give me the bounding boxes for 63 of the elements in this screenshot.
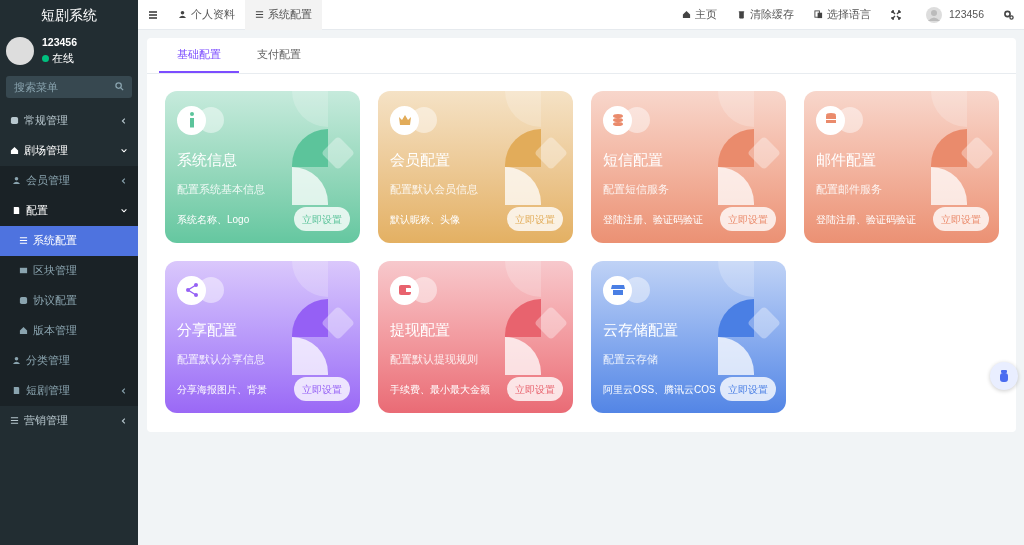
config-tab[interactable]: 基础配置 [159,38,239,73]
card-features: 登陆注册、验证码验证 [816,212,916,227]
card-title: 会员配置 [390,150,451,170]
config-tab[interactable]: 支付配置 [239,38,319,73]
avatar [926,6,943,23]
chevron-left-icon [120,176,128,185]
sidebar-item[interactable]: 短剧管理 [0,375,138,406]
top-link[interactable]: 主页 [672,0,728,30]
card-description: 配置默认分享信息 [177,351,266,367]
bottle-icon [997,369,1011,383]
top-link[interactable]: 清除缓存 [727,0,805,30]
sidebar-item[interactable]: 剧场管理 [0,135,138,166]
chevron-down-icon [120,206,128,215]
card-features: 分享海报图片、背景 [177,382,267,397]
setup-button[interactable]: 立即设置 [294,377,350,401]
trash-icon [737,10,747,19]
chevron-left-icon [120,116,128,125]
share-icon [183,282,200,298]
card-title: 邮件配置 [816,150,877,170]
sidebar-item[interactable]: 分类管理 [0,345,138,376]
chevron-down-icon [120,146,128,155]
sidebar-item[interactable]: 配置 [0,195,138,226]
setup-button[interactable]: 立即设置 [720,377,776,401]
card-description: 配置系统基本信息 [177,181,266,197]
sidebar-item[interactable]: 营销管理 [0,405,138,436]
card-features: 阿里云OSS、腾讯云COS [603,382,716,397]
card-features: 系统名称、Logo [177,212,250,227]
card-title: 云存储配置 [603,320,679,340]
user-name: 123456 [42,35,78,50]
top-link[interactable]: 选择语言 [804,0,882,30]
nav-tab[interactable]: 系统配置 [245,0,322,30]
status-text: 在线 [52,50,74,66]
card-features: 默认昵称、头像 [390,212,460,227]
store-icon [609,282,626,298]
card-title: 分享配置 [177,320,238,340]
sidebar-item[interactable]: 协议配置 [0,285,138,316]
sidebar-item[interactable]: 常规管理 [0,105,138,136]
card-title: 短信配置 [603,150,664,170]
card-description: 配置默认提现规则 [390,351,479,367]
nav-tab[interactable]: 个人资料 [168,0,245,30]
search-icon [115,81,124,91]
chevron-left-icon [120,416,128,425]
card-features: 手续费、最小最大金额 [390,382,490,397]
chevron-left-icon [120,386,128,395]
fullscreen-icon [891,9,902,20]
sidebar-item[interactable]: 系统配置 [0,225,138,256]
card-title: 提现配置 [390,320,451,340]
card-description: 配置邮件服务 [816,181,883,197]
avatar [6,36,34,65]
sidebar-item[interactable]: 会员管理 [0,165,138,196]
user-icon [178,10,187,19]
sidebar-item[interactable]: 版本管理 [0,315,138,346]
wallet-icon [396,282,413,298]
card-description: 配置云存储 [603,351,659,367]
search-field[interactable]: 搜索菜单 [6,75,132,98]
info-icon [188,112,195,128]
home-icon [682,10,692,19]
card-title: 系统信息 [177,150,238,170]
user-menu[interactable]: 123456 [916,0,994,30]
card-features: 登陆注册、验证码验证 [603,212,703,227]
card-description: 配置默认会员信息 [390,181,479,197]
card-description: 配置短信服务 [603,181,670,197]
sidebar-item[interactable]: 区块管理 [0,255,138,286]
